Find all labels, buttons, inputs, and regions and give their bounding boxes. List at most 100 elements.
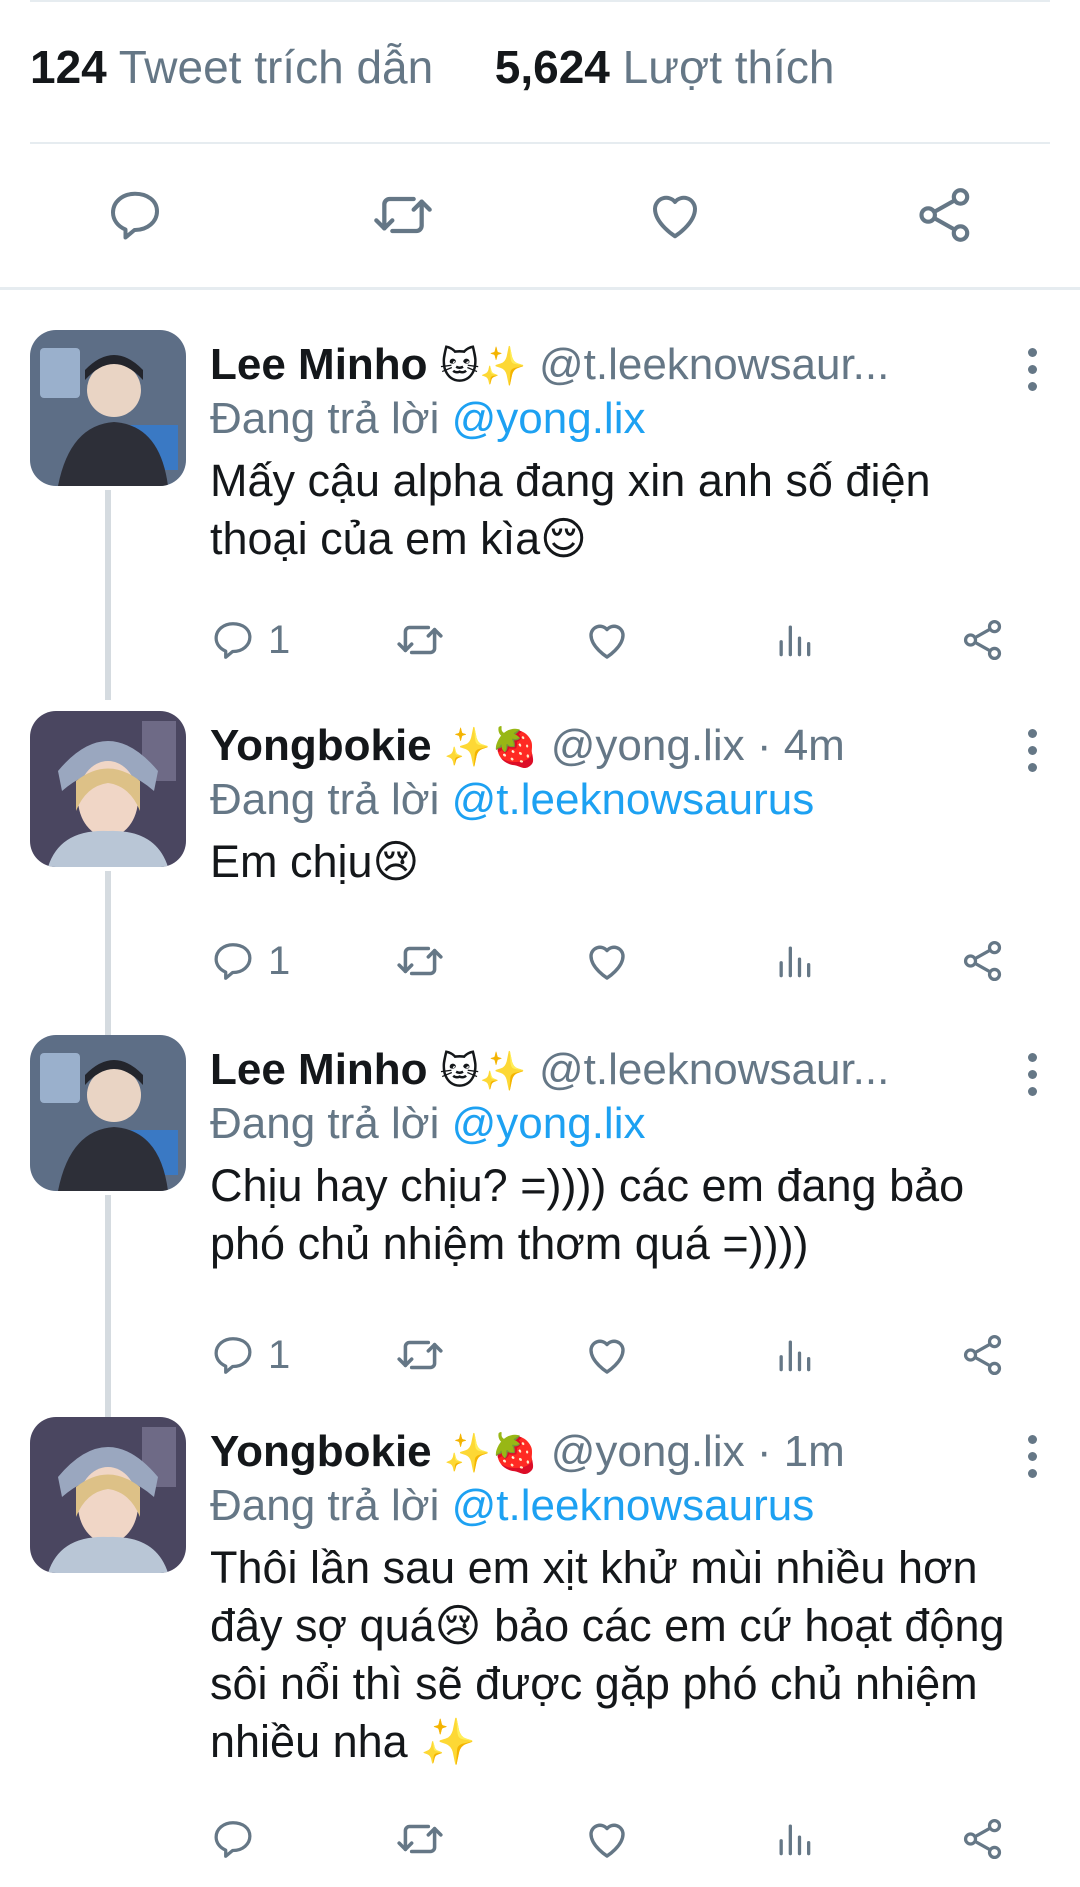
analytics-icon	[779, 946, 811, 978]
mention-link[interactable]: @yong.lix	[452, 1099, 646, 1148]
reply-button[interactable]	[210, 1811, 268, 1867]
thread-line	[105, 1195, 111, 1420]
retweet-icon	[397, 946, 443, 976]
more-button[interactable]	[1022, 729, 1042, 779]
share-button[interactable]	[960, 612, 1006, 668]
mention-link[interactable]: @t.leeknowsaurus	[452, 1481, 815, 1530]
share-icon	[963, 1818, 1002, 1860]
share-button[interactable]	[960, 1811, 1006, 1867]
retweet-button[interactable]	[395, 933, 445, 989]
replying-prefix: Đang trả lời	[210, 394, 440, 443]
handle[interactable]: @t.leeknowsaur...	[539, 1045, 889, 1094]
share-button[interactable]	[905, 175, 985, 255]
retweet-button[interactable]	[363, 175, 443, 255]
more-vertical-icon	[1027, 348, 1037, 357]
like-button[interactable]	[635, 175, 715, 255]
reply-tweet[interactable]: Yongbokie ✨🍓 @yong.lix · 1m Đang trả lời…	[0, 1417, 1080, 1860]
avatar[interactable]	[30, 711, 186, 867]
analytics-button[interactable]	[772, 612, 816, 668]
handle[interactable]: @yong.lix · 4m	[551, 721, 845, 770]
retweet-button[interactable]	[395, 1327, 445, 1383]
reply-button[interactable]	[95, 175, 175, 255]
reply-icon	[214, 622, 252, 659]
mention-link[interactable]: @yong.lix	[452, 394, 646, 443]
replying-prefix: Đang trả lời	[210, 775, 440, 824]
like-button[interactable]	[583, 1327, 631, 1383]
share-button[interactable]	[960, 1327, 1006, 1383]
reply-icon	[214, 1821, 252, 1858]
more-button[interactable]	[1022, 348, 1042, 398]
reply-button[interactable]: 1	[210, 1327, 290, 1383]
name-emoji: ✨🍓	[443, 1433, 539, 1475]
retweet-icon	[374, 196, 432, 234]
analytics-button[interactable]	[772, 1327, 816, 1383]
avatar[interactable]	[30, 330, 186, 486]
heart-icon	[589, 1823, 625, 1858]
reply-tweet[interactable]: Yongbokie ✨🍓 @yong.lix · 4m Đang trả lời…	[0, 711, 1080, 1041]
reply-icon	[214, 943, 252, 980]
more-vertical-icon	[1027, 1435, 1037, 1444]
tweet-text: Thôi lần sau em xịt khử mùi nhiều hơn đâ…	[210, 1542, 1005, 1767]
tweet-stats: 124 Tweet trích dẫn 5,624 Lượt thích	[30, 40, 835, 94]
reply-button[interactable]: 1	[210, 933, 290, 989]
display-name[interactable]: Lee Minho	[210, 1045, 428, 1094]
main-action-bar	[0, 175, 1080, 255]
handle[interactable]: @yong.lix · 1m	[551, 1427, 845, 1476]
replying-to: Đang trả lời @yong.lix	[210, 394, 645, 444]
display-name[interactable]: Yongbokie	[210, 1427, 432, 1476]
tweet-header: Yongbokie ✨🍓 @yong.lix · 4m	[210, 721, 1010, 771]
retweet-button[interactable]	[395, 1811, 445, 1867]
reply-count: 1	[268, 938, 291, 983]
heart-icon	[589, 624, 625, 659]
tweet-action-bar: 1	[210, 1327, 1030, 1383]
display-name[interactable]: Lee Minho	[210, 340, 428, 389]
section-divider	[0, 287, 1080, 290]
replying-to: Đang trả lời @t.leeknowsaurus	[210, 1481, 814, 1531]
share-icon	[919, 188, 970, 242]
analytics-icon	[779, 1824, 811, 1856]
like-button[interactable]	[583, 933, 631, 989]
display-name[interactable]: Yongbokie	[210, 721, 432, 770]
like-button[interactable]	[583, 1811, 631, 1867]
tweet-header: Yongbokie ✨🍓 @yong.lix · 1m	[210, 1427, 1010, 1477]
heart-icon	[653, 195, 697, 239]
tweet-header: Lee Minho 🐱✨ @t.leeknowsaur...	[210, 1045, 1010, 1095]
reply-tweet[interactable]: Lee Minho 🐱✨ @t.leeknowsaur... Đang trả …	[0, 1035, 1080, 1420]
avatar[interactable]	[30, 1417, 186, 1573]
reply-icon	[111, 191, 159, 240]
reply-button[interactable]: 1	[210, 612, 290, 668]
top-divider	[30, 0, 1050, 2]
name-emoji: 🐱✨	[439, 346, 527, 388]
replying-prefix: Đang trả lời	[210, 1099, 440, 1148]
analytics-button[interactable]	[772, 1811, 816, 1867]
avatar[interactable]	[30, 1035, 186, 1191]
retweet-icon	[397, 1340, 443, 1370]
more-button[interactable]	[1022, 1435, 1042, 1485]
quotes-count[interactable]: 124	[30, 41, 107, 93]
mention-link[interactable]: @t.leeknowsaurus	[452, 775, 815, 824]
quotes-label[interactable]: Tweet trích dẫn	[119, 41, 434, 93]
share-button[interactable]	[960, 933, 1006, 989]
heart-icon	[589, 945, 625, 980]
tweet-action-bar: 1	[210, 933, 1030, 989]
replying-prefix: Đang trả lời	[210, 1481, 440, 1530]
name-emoji: ✨🍓	[443, 727, 539, 769]
likes-count[interactable]: 5,624	[495, 41, 610, 93]
reply-count: 1	[268, 1332, 291, 1377]
more-button[interactable]	[1022, 1053, 1042, 1103]
reply-icon	[214, 1337, 252, 1374]
analytics-button[interactable]	[772, 933, 816, 989]
tweet-action-bar	[210, 1811, 1030, 1867]
retweet-button[interactable]	[395, 612, 445, 668]
likes-label[interactable]: Lượt thích	[623, 41, 835, 93]
share-icon	[963, 1334, 1002, 1376]
replying-to: Đang trả lời @yong.lix	[210, 1099, 645, 1149]
share-icon	[963, 940, 1002, 982]
like-button[interactable]	[583, 612, 631, 668]
replying-to: Đang trả lời @t.leeknowsaurus	[210, 775, 814, 825]
name-emoji: 🐱✨	[439, 1051, 527, 1093]
handle[interactable]: @t.leeknowsaur...	[539, 340, 889, 389]
retweet-icon	[397, 1824, 443, 1854]
analytics-icon	[779, 1340, 811, 1372]
reply-tweet[interactable]: Lee Minho 🐱✨ @t.leeknowsaur... Đang trả …	[0, 330, 1080, 700]
